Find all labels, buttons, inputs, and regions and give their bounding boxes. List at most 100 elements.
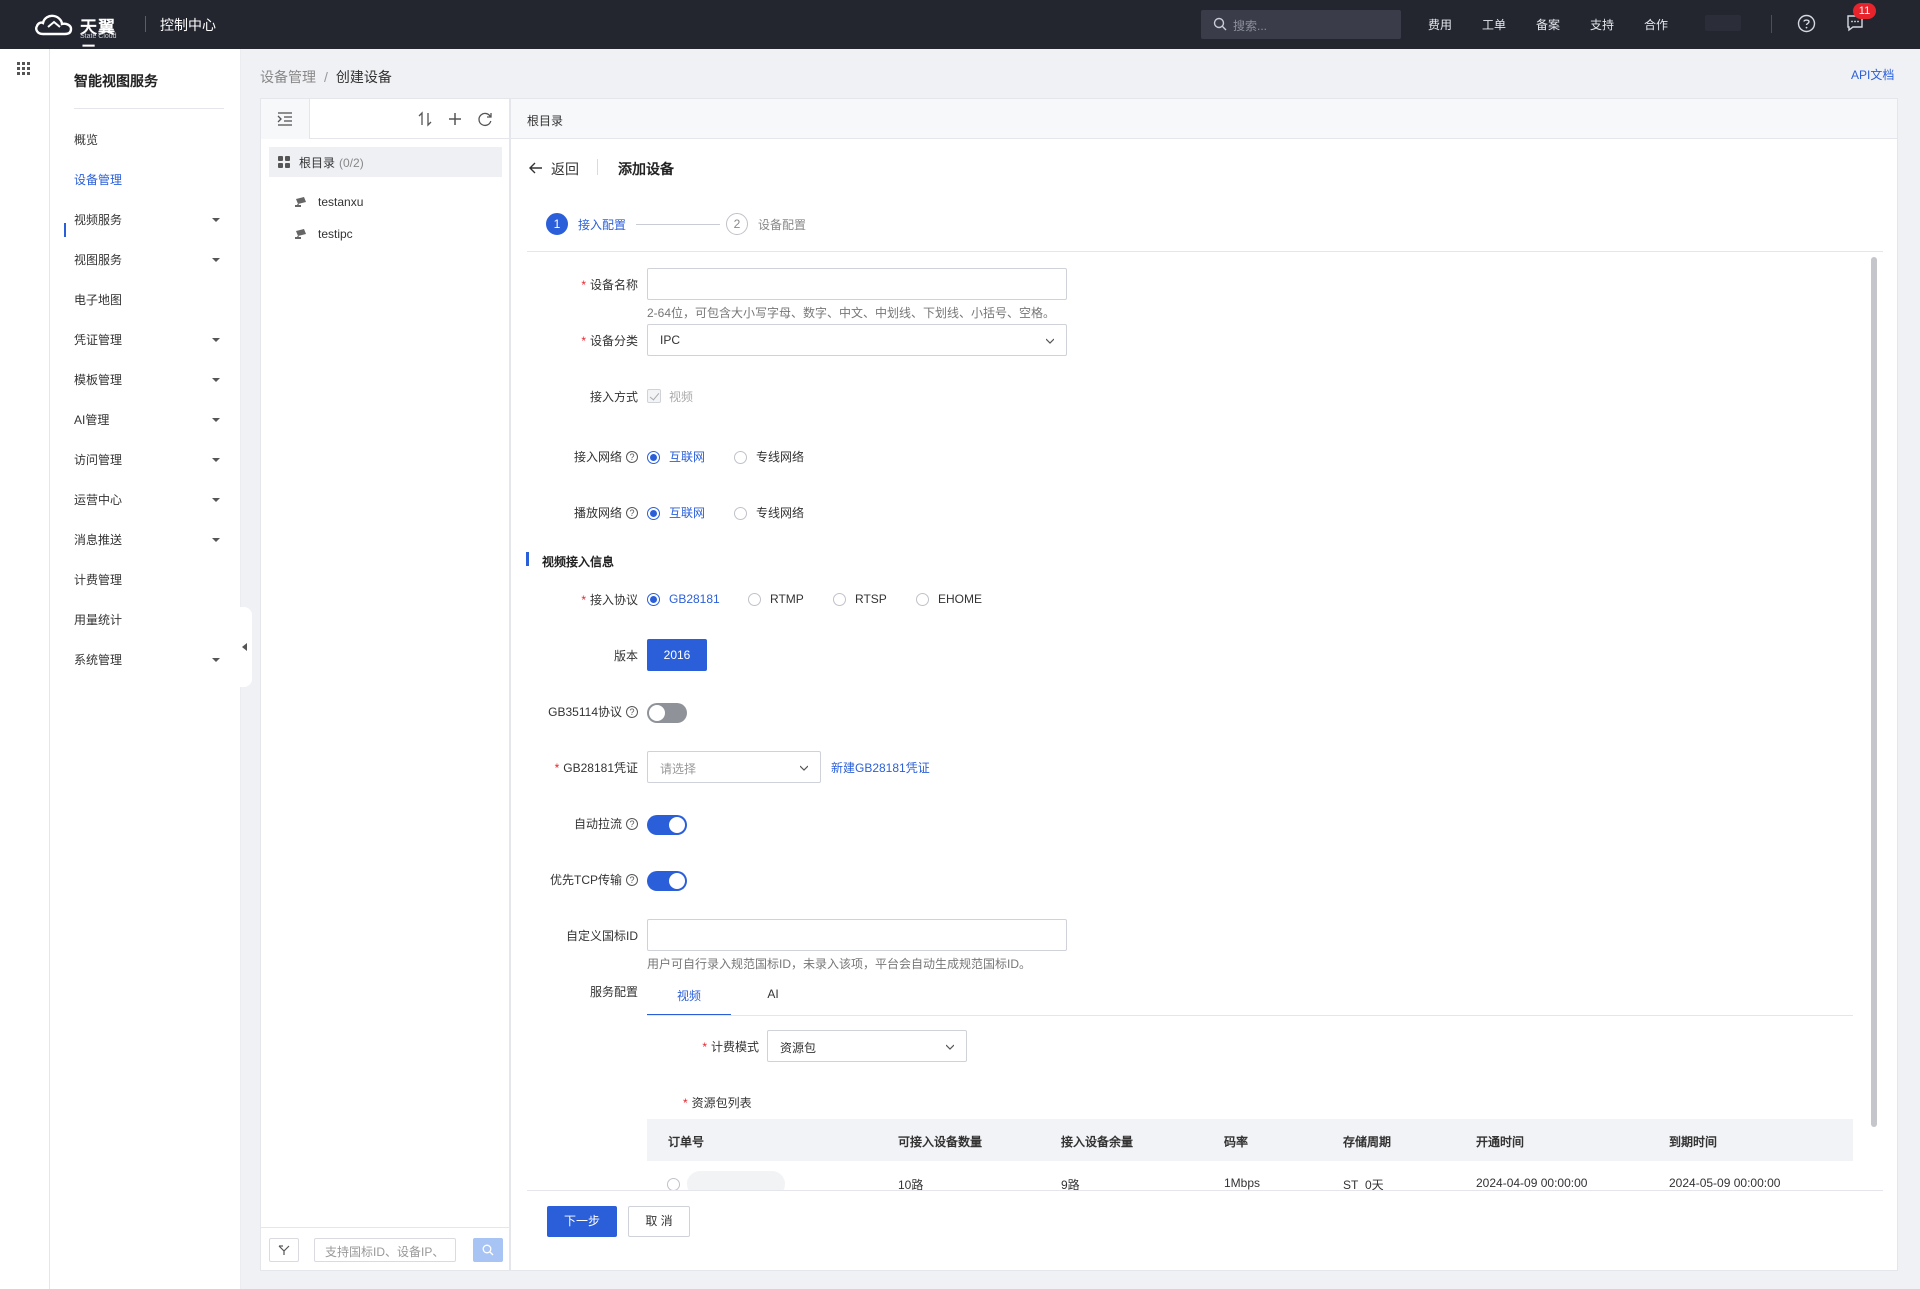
cancel-button[interactable]: 取 消	[628, 1206, 690, 1237]
tab-video[interactable]: 视频	[647, 987, 731, 1016]
radio-label: 互联网	[669, 450, 706, 464]
tree-root-node[interactable]: 根目录 (0/2)	[269, 147, 502, 177]
required-mark: *	[683, 1096, 688, 1110]
chevron-down-icon	[946, 1044, 954, 1050]
tree-search-button[interactable]	[473, 1238, 503, 1262]
api-doc-link[interactable]: API文档	[1851, 66, 1894, 83]
package-table-header: 订单号 可接入设备数量 接入设备余量 码率 存储周期 开通时间 到期时间	[647, 1119, 1853, 1161]
checkbox-label: 视频	[669, 390, 694, 404]
tree-toggle-box[interactable]	[261, 99, 310, 139]
arrow-left-icon	[529, 161, 543, 177]
sidebar-item-usage[interactable]: 用量统计	[74, 610, 224, 630]
credential-select[interactable]: 请选择	[647, 751, 821, 783]
refresh-icon[interactable]	[477, 111, 493, 127]
next-step-button[interactable]: 下一步	[547, 1206, 617, 1237]
version-2016-button[interactable]: 2016	[647, 639, 707, 671]
console-link[interactable]: 控制中心	[160, 15, 216, 35]
sidebar-item-ai[interactable]: AI管理	[74, 410, 224, 430]
sidebar-item-system[interactable]: 系统管理	[74, 650, 224, 670]
play-network-label: 播放网络?	[574, 504, 638, 521]
radio-label: 互联网	[669, 506, 706, 520]
filter-button[interactable]	[269, 1238, 299, 1262]
radio-label: EHOME	[938, 592, 983, 606]
device-type-value: IPC	[660, 333, 681, 347]
caret-down-icon	[212, 218, 220, 222]
form-scrollbar[interactable]	[1871, 257, 1877, 1127]
sidebar-item-label: 计费管理	[74, 573, 123, 587]
sidebar-item-map[interactable]: 电子地图	[74, 290, 224, 310]
help-icon[interactable]	[1797, 14, 1816, 33]
tree-root-label: 根目录 (0/2)	[299, 154, 364, 171]
sidebar-item-label: 视图服务	[74, 253, 123, 267]
sidebar-title: 智能视图服务	[74, 73, 158, 89]
device-name-input[interactable]	[647, 268, 1067, 300]
back-button[interactable]: 返回	[529, 159, 579, 179]
sidebar-item-label: AI管理	[74, 413, 110, 427]
sidebar-item-messages[interactable]: 消息推送	[74, 530, 224, 550]
custom-id-hint: 用户可自行录入规范国标ID，未录入该项，平台会自动生成规范国标ID。	[647, 957, 1032, 971]
radio-label: 专线网络	[756, 506, 805, 520]
device-type-select[interactable]: IPC	[647, 324, 1067, 356]
column-header: 存储周期	[1343, 1135, 1392, 1149]
chevron-down-icon	[1046, 338, 1054, 344]
sidebar-item-credential[interactable]: 凭证管理	[74, 330, 224, 350]
nav-support[interactable]: 支持	[1590, 16, 1614, 33]
nav-billing[interactable]: 费用	[1428, 16, 1452, 33]
radio-dot	[647, 507, 660, 520]
account-name[interactable]	[1705, 15, 1741, 31]
help-icon[interactable]: ?	[626, 507, 638, 519]
gb35114-label-text: GB35114协议	[548, 705, 622, 719]
help-icon[interactable]: ?	[626, 818, 638, 830]
sidebar-item-device-management[interactable]: 设备管理	[74, 170, 224, 190]
sidebar-item-video-service[interactable]: 视频服务	[74, 210, 224, 230]
device-name-label-text: 设备名称	[589, 278, 638, 292]
sidebar-item-overview[interactable]: 概览	[74, 130, 224, 150]
help-icon[interactable]: ?	[626, 706, 638, 718]
add-icon[interactable]	[447, 111, 463, 127]
radio-label: GB28181	[669, 592, 720, 606]
apps-grid-icon[interactable]	[17, 62, 31, 76]
main-panel: 根目录 返回 添加设备 1 接入配置 2 设备配置 * 设备名称 2-64位，可包…	[510, 98, 1898, 1271]
nav-filing[interactable]: 备案	[1536, 16, 1560, 33]
sidebar-item-access[interactable]: 访问管理	[74, 450, 224, 470]
nav-partner[interactable]: 合作	[1644, 16, 1668, 33]
help-icon[interactable]: ?	[626, 451, 638, 463]
required-mark: *	[581, 593, 586, 607]
tcp-first-toggle[interactable]	[647, 871, 687, 891]
brand-logo[interactable]: 天翼云 State Cloud	[34, 12, 130, 62]
sort-icon[interactable]	[417, 111, 433, 127]
search-icon	[482, 1244, 494, 1256]
caret-down-icon	[212, 258, 220, 262]
sidebar-item-billing[interactable]: 计费管理	[74, 570, 224, 590]
sidebar-collapse-toggle[interactable]	[238, 607, 252, 687]
auto-pull-label: 自动拉流?	[574, 815, 638, 832]
sidebar-item-operations[interactable]: 运营中心	[74, 490, 224, 510]
tree-search-input[interactable]: 支持国标ID、设备IP、	[314, 1238, 456, 1262]
caret-down-icon	[212, 458, 220, 462]
tcp-first-label: 优先TCP传输?	[550, 871, 638, 888]
nav-ticket[interactable]: 工单	[1482, 16, 1506, 33]
auto-pull-toggle[interactable]	[647, 815, 687, 835]
search-input[interactable]: 搜索...	[1233, 17, 1267, 34]
help-icon[interactable]: ?	[626, 874, 638, 886]
required-mark: *	[581, 278, 586, 292]
breadcrumb-parent[interactable]: 设备管理	[260, 69, 316, 85]
sidebar-item-template[interactable]: 模板管理	[74, 370, 224, 390]
global-search[interactable]: 搜索...	[1201, 10, 1401, 39]
checkbox-box	[647, 389, 661, 403]
gb35114-toggle[interactable]	[647, 703, 687, 723]
new-credential-link[interactable]: 新建GB28181凭证	[831, 759, 930, 776]
sidebar-item-view-service[interactable]: 视图服务	[74, 250, 224, 270]
billing-mode-select[interactable]: 资源包	[767, 1030, 967, 1062]
tab-ai[interactable]: AI	[731, 987, 815, 1015]
radio-dot	[734, 451, 747, 464]
step-connector	[636, 224, 720, 225]
column-header: 码率	[1224, 1135, 1249, 1149]
divider	[1771, 15, 1772, 33]
custom-id-input[interactable]	[647, 919, 1067, 951]
directory-grid-icon	[278, 156, 290, 168]
column-header: 到期时间	[1669, 1135, 1718, 1149]
service-config-label: 服务配置	[589, 985, 638, 999]
caret-down-icon	[212, 378, 220, 382]
sidebar-item-label: 运营中心	[74, 493, 123, 507]
